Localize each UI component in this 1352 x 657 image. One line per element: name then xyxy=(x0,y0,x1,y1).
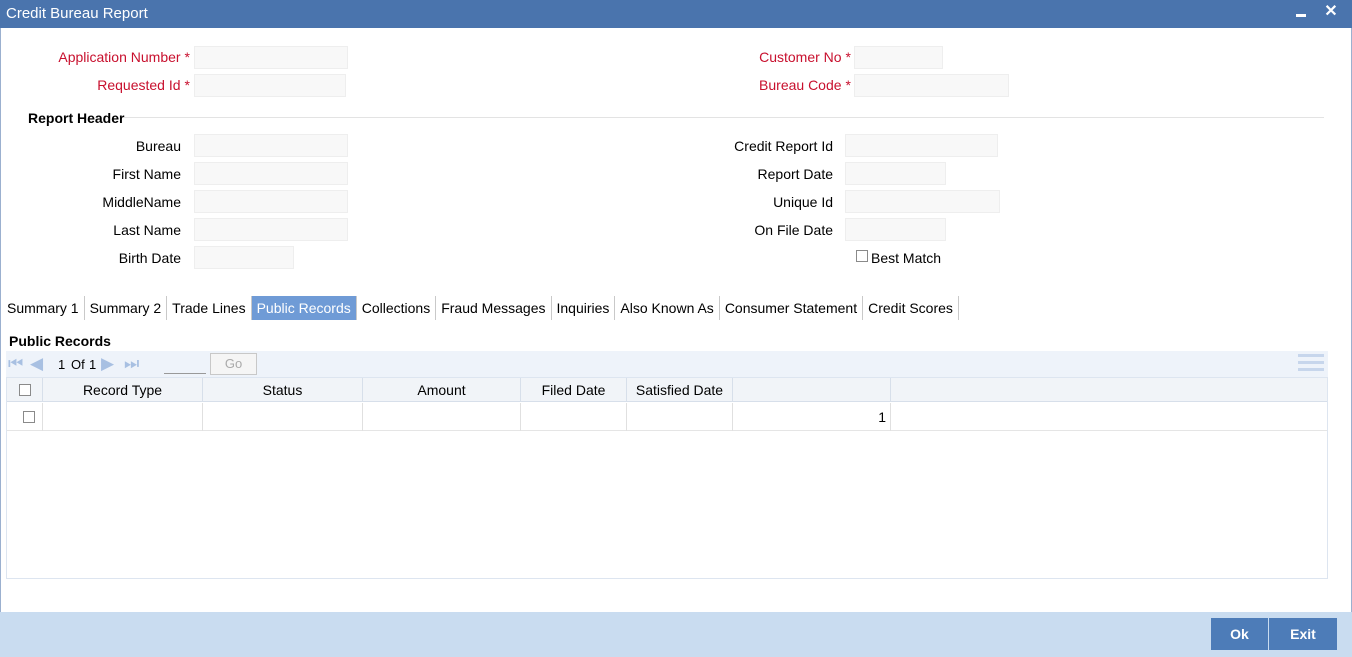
first-page-icon[interactable]: ⏮ xyxy=(8,354,23,374)
public-records-title: Public Records xyxy=(9,333,111,349)
bureau-code-field[interactable] xyxy=(854,74,1009,97)
title-bar: Credit Bureau Report ✕ xyxy=(0,0,1352,28)
select-all-cell xyxy=(7,378,43,402)
tab-collections[interactable]: Collections xyxy=(357,296,437,320)
bureau-label: Bureau xyxy=(135,138,181,154)
application-number-field[interactable] xyxy=(194,46,348,69)
application-number-label: Application Number * xyxy=(58,49,190,65)
exit-button[interactable]: Exit xyxy=(1269,618,1337,650)
last-page-icon[interactable]: ⏭ xyxy=(124,354,139,374)
requested-id-field[interactable] xyxy=(194,74,346,97)
birth-date-label: Birth Date xyxy=(118,250,181,266)
column-header[interactable]: Filed Date xyxy=(521,378,627,402)
unique-id-field[interactable] xyxy=(845,190,1000,213)
middle-name-label: MiddleName xyxy=(102,194,181,210)
bureau-code-label: Bureau Code * xyxy=(759,77,851,93)
public-records-table: Record Type Status Amount Filed Date Sat… xyxy=(6,377,1328,579)
column-header[interactable]: Record Type xyxy=(43,378,203,402)
tab-credit-scores[interactable]: Credit Scores xyxy=(863,296,959,320)
best-match-checkbox[interactable] xyxy=(856,250,868,262)
credit-report-id-label: Credit Report Id xyxy=(734,138,833,154)
go-button[interactable]: Go xyxy=(210,353,257,375)
on-file-date-field[interactable] xyxy=(845,218,946,241)
tab-public-records[interactable]: Public Records xyxy=(251,296,357,320)
report-date-label: Report Date xyxy=(757,166,833,182)
column-menu-icon[interactable] xyxy=(1298,354,1324,374)
next-page-icon[interactable]: ▶ xyxy=(101,354,114,374)
column-header[interactable]: Amount xyxy=(363,378,521,402)
tab-summary-2[interactable]: Summary 2 xyxy=(85,296,168,320)
requested-id-label: Requested Id * xyxy=(97,77,190,93)
birth-date-field[interactable] xyxy=(194,246,294,269)
tab-fraud-messages[interactable]: Fraud Messages xyxy=(436,296,552,320)
tab-consumer-statement[interactable]: Consumer Statement xyxy=(720,296,864,320)
last-name-field[interactable] xyxy=(194,218,348,241)
column-header[interactable]: Satisfied Date xyxy=(627,378,733,402)
report-header-title: Report Header xyxy=(28,110,125,126)
table-row[interactable]: 1 xyxy=(7,403,1327,431)
pagination-bar: ⏮ ◀ 1 Of 1 ▶ ⏭ Go xyxy=(6,351,1328,377)
page-number-input[interactable] xyxy=(164,354,206,374)
record-type-cell[interactable] xyxy=(43,403,203,431)
row-index-cell: 1 xyxy=(733,403,891,431)
tab-also-known-as[interactable]: Also Known As xyxy=(615,296,720,320)
best-match-label: Best Match xyxy=(871,250,942,266)
ok-button[interactable]: Ok xyxy=(1211,618,1268,650)
window-title: Credit Bureau Report xyxy=(6,5,148,22)
report-date-field[interactable] xyxy=(845,162,946,185)
first-name-label: First Name xyxy=(112,166,181,182)
column-header xyxy=(733,378,891,402)
tab-strip: Summary 1 Summary 2 Trade Lines Public R… xyxy=(2,296,959,320)
footer-bar: Ok Exit xyxy=(0,612,1352,657)
current-page: 1 xyxy=(58,357,66,372)
first-name-field[interactable] xyxy=(194,162,348,185)
table-header: Record Type Status Amount Filed Date Sat… xyxy=(7,378,1327,402)
customer-no-field[interactable] xyxy=(854,46,943,69)
tab-summary-1[interactable]: Summary 1 xyxy=(2,296,85,320)
previous-page-icon[interactable]: ◀ xyxy=(30,354,43,374)
select-all-checkbox[interactable] xyxy=(19,384,31,396)
close-icon[interactable]: ✕ xyxy=(1322,2,1340,24)
customer-no-label: Customer No * xyxy=(759,49,851,65)
status-cell[interactable] xyxy=(203,403,363,431)
total-pages: 1 xyxy=(89,357,97,372)
credit-report-id-field[interactable] xyxy=(845,134,998,157)
amount-cell[interactable] xyxy=(363,403,521,431)
unique-id-label: Unique Id xyxy=(773,194,833,210)
minimize-icon[interactable] xyxy=(1292,2,1310,24)
section-divider xyxy=(124,117,1324,118)
last-name-label: Last Name xyxy=(113,222,181,238)
page-of-label: Of xyxy=(71,357,85,372)
on-file-date-label: On File Date xyxy=(754,222,833,238)
filed-date-cell[interactable] xyxy=(521,403,627,431)
tab-trade-lines[interactable]: Trade Lines xyxy=(167,296,252,320)
row-select-cell xyxy=(7,403,43,431)
bureau-field[interactable] xyxy=(194,134,348,157)
tab-inquiries[interactable]: Inquiries xyxy=(552,296,616,320)
column-header[interactable]: Status xyxy=(203,378,363,402)
middle-name-field[interactable] xyxy=(194,190,348,213)
row-checkbox[interactable] xyxy=(23,411,35,423)
satisfied-date-cell[interactable] xyxy=(627,403,733,431)
